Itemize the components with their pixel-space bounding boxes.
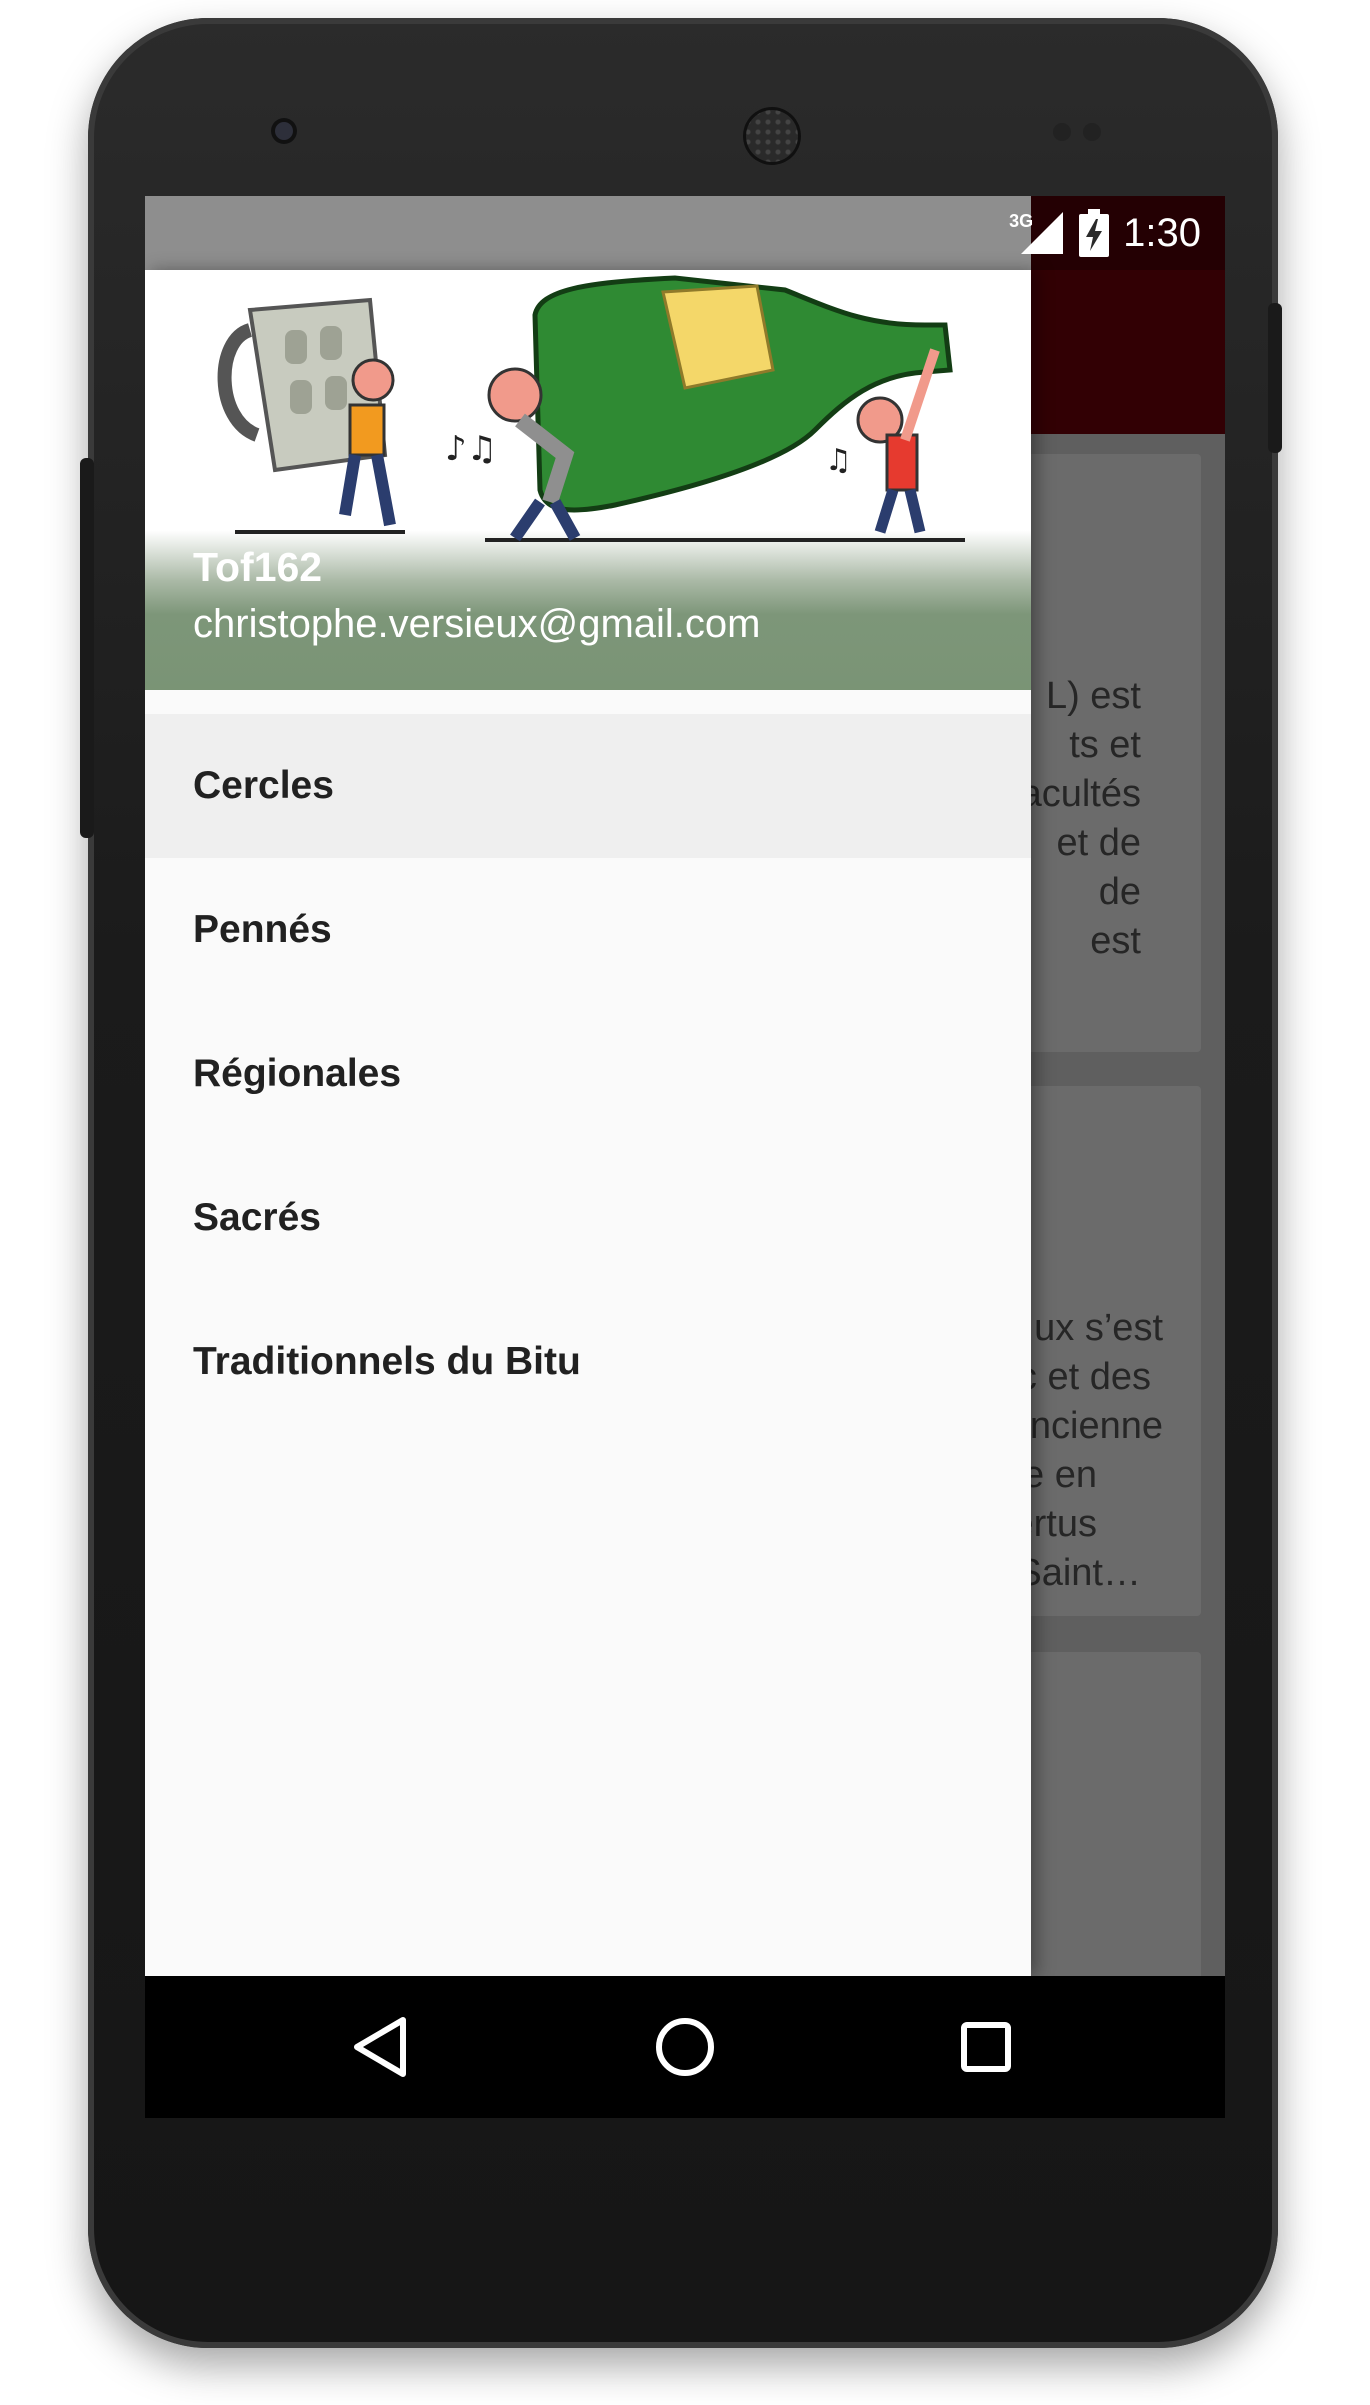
svg-text:♫: ♫ [825, 443, 852, 478]
proximity-sensor [1053, 123, 1071, 141]
menu-item-regionales[interactable]: Régionales [145, 1002, 1031, 1146]
home-circle-icon [656, 2018, 714, 2076]
menu-item-pennes[interactable]: Pennés [145, 858, 1031, 1002]
recents-square-icon [961, 2022, 1011, 2072]
power-button [1268, 303, 1282, 453]
front-sensor [271, 118, 297, 144]
user-name: Tof162 [193, 544, 323, 590]
status-bar: 3G 1:30 [1009, 196, 1201, 270]
phone-screen: L) est ts et acultés et de de est ux s’e… [145, 196, 1225, 2118]
menu-item-sacres[interactable]: Sacrés [145, 1146, 1031, 1290]
drawer-menu: Cercles Pennés Régionales Sacrés Traditi… [145, 714, 1031, 1434]
navigation-bar [145, 1976, 1225, 2118]
menu-item-cercles[interactable]: Cercles [145, 714, 1031, 858]
home-button[interactable] [652, 2014, 718, 2080]
recents-button[interactable] [953, 2014, 1019, 2080]
menu-item-traditionnels-du-bitu[interactable]: Traditionnels du Bitu [145, 1290, 1031, 1434]
battery-charging-icon [1079, 209, 1110, 257]
network-type-label: 3G [1009, 210, 1034, 231]
user-email: christophe.versieux@gmail.com [193, 602, 761, 646]
drawer-header: ♪♫ ♫ Tof162 christophe.versieux@gmail.co… [145, 270, 1031, 690]
navigation-drawer: ♪♫ ♫ Tof162 christophe.versieux@gmail.co… [145, 270, 1031, 1976]
back-button[interactable] [348, 2014, 414, 2080]
earpiece-speaker [743, 107, 801, 165]
svg-text:♪♫: ♪♫ [445, 429, 497, 469]
status-time: 1:30 [1123, 210, 1201, 255]
light-sensor [1083, 123, 1101, 141]
back-triangle-icon [354, 2017, 406, 2077]
volume-button [80, 458, 94, 838]
status-bar-drawer-area [145, 196, 1031, 270]
header-illustration: ♪♫ ♫ [217, 275, 965, 542]
